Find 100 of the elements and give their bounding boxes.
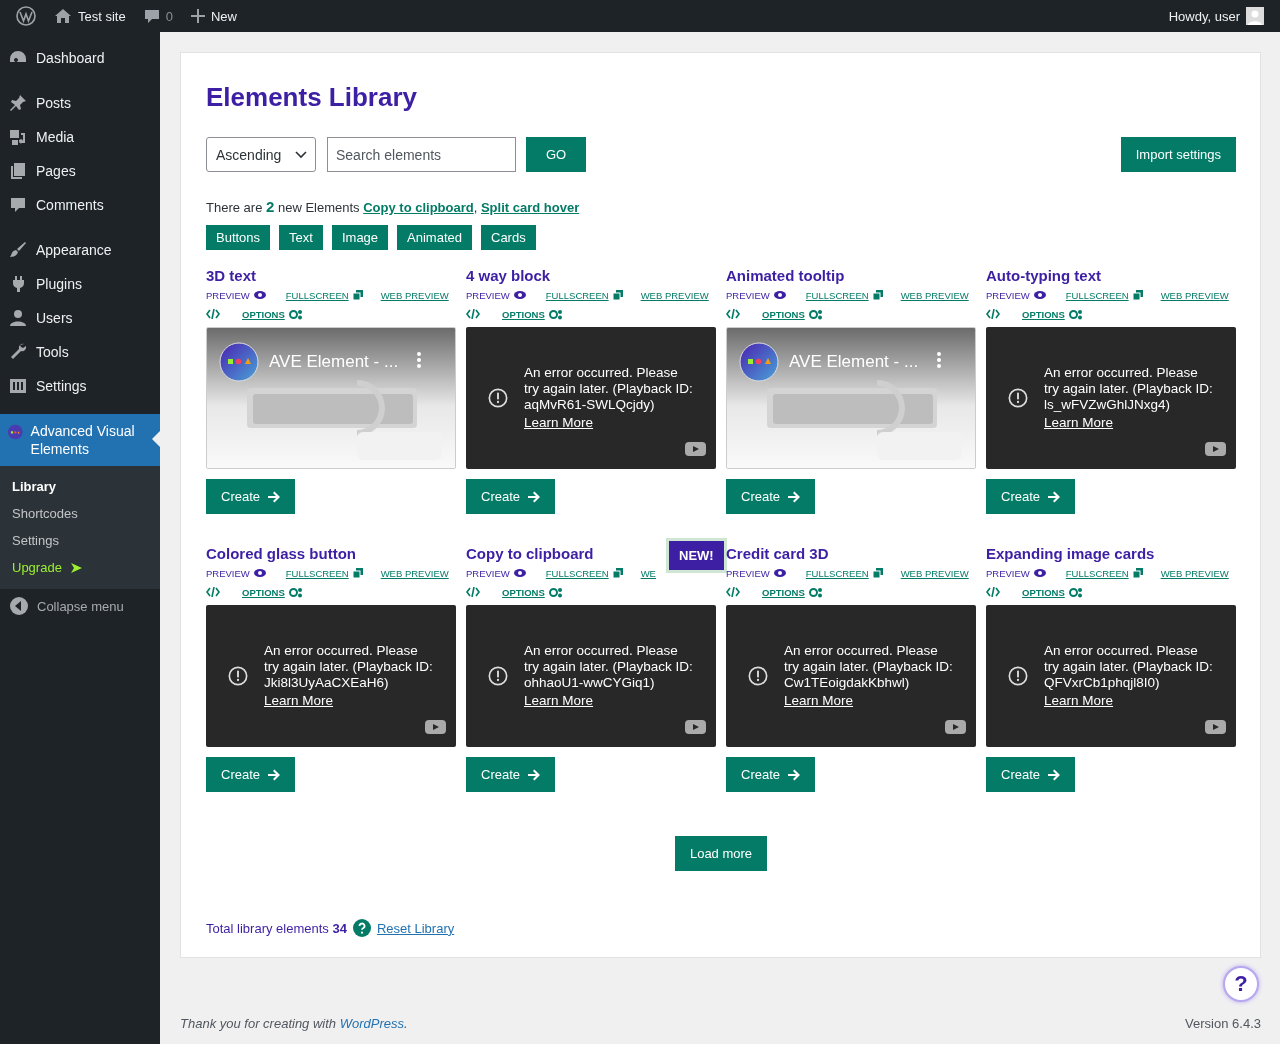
- filter-button[interactable]: Cards: [481, 225, 536, 250]
- options-link[interactable]: OPTIONS: [502, 586, 563, 598]
- eye-icon: [1033, 569, 1046, 577]
- preview-link[interactable]: PREVIEW: [206, 567, 266, 579]
- fullscreen-link[interactable]: FULLSCREEN: [545, 289, 623, 301]
- fullscreen-link[interactable]: FULLSCREEN: [805, 567, 883, 579]
- filter-button[interactable]: Text: [279, 225, 323, 250]
- web-preview-link[interactable]: WEB PREVIEW: [380, 289, 449, 301]
- gears-icon: [548, 308, 563, 320]
- new-elements-notice: There are 2 new Elements Copy to clipboard, Split card hover: [206, 198, 581, 215]
- create-button[interactable]: Create: [986, 757, 1076, 792]
- preview-link[interactable]: PREVIEW: [986, 289, 1046, 301]
- web-preview-link[interactable]: WEB PREVIEW: [1160, 289, 1229, 301]
- comments-link[interactable]: 0: [134, 0, 182, 32]
- filter-button[interactable]: Animated: [397, 225, 472, 250]
- code-icon[interactable]: [466, 309, 480, 319]
- options-link[interactable]: OPTIONS: [762, 308, 823, 320]
- more-icon[interactable]: [937, 352, 941, 368]
- web-preview-link[interactable]: WEB PREVIEW: [900, 289, 969, 301]
- collapse-menu-button[interactable]: Collapse menu: [0, 589, 160, 623]
- code-icon[interactable]: [726, 587, 740, 597]
- upgrade-link[interactable]: Upgrade: [0, 554, 160, 581]
- preview-link[interactable]: PREVIEW: [986, 567, 1046, 579]
- learn-more-link[interactable]: Learn More: [524, 693, 594, 709]
- wordpress-link[interactable]: WordPress: [339, 1016, 404, 1031]
- options-link[interactable]: OPTIONS: [242, 586, 303, 598]
- site-link[interactable]: Test site: [45, 0, 135, 32]
- load-more-button[interactable]: Load more: [674, 836, 768, 871]
- menu-item[interactable]: Advanced Visual Elements: [0, 414, 160, 466]
- submenu-item[interactable]: Shortcodes: [0, 500, 160, 527]
- code-icon[interactable]: [726, 309, 740, 319]
- collapse-icon: [10, 597, 28, 615]
- preview-link[interactable]: PREVIEW: [206, 289, 266, 301]
- web-preview-link[interactable]: WEB PREVIEW: [1160, 567, 1229, 579]
- menu-item[interactable]: Settings: [0, 369, 160, 403]
- menu-item[interactable]: Comments: [0, 188, 160, 222]
- options-link[interactable]: OPTIONS: [1022, 586, 1083, 598]
- preview-link[interactable]: PREVIEW: [726, 289, 786, 301]
- create-button[interactable]: Create: [726, 479, 816, 514]
- code-icon[interactable]: [986, 587, 1000, 597]
- learn-more-link[interactable]: Learn More: [1044, 415, 1114, 431]
- create-button[interactable]: Create: [206, 479, 296, 514]
- import-settings-button[interactable]: Import settings: [1120, 137, 1236, 172]
- code-icon[interactable]: [206, 309, 220, 319]
- arrow-right-icon: [528, 768, 541, 781]
- preview-link[interactable]: PREVIEW: [466, 567, 526, 579]
- create-button[interactable]: Create: [726, 757, 816, 792]
- reset-library-link[interactable]: Reset Library: [376, 920, 455, 936]
- filter-button[interactable]: Image: [331, 225, 389, 250]
- create-button[interactable]: Create: [466, 479, 556, 514]
- menu-item[interactable]: Dashboard: [0, 41, 160, 75]
- menu-item[interactable]: Plugins: [0, 267, 160, 301]
- fullscreen-link[interactable]: FULLSCREEN: [285, 289, 363, 301]
- new-link[interactable]: New: [181, 0, 246, 32]
- create-button[interactable]: Create: [466, 757, 556, 792]
- help-button[interactable]: ?: [1223, 966, 1259, 1002]
- search-field[interactable]: Search elements: [327, 137, 516, 172]
- element-title: Animated tooltip: [726, 267, 845, 285]
- menu-item[interactable]: Tools: [0, 335, 160, 369]
- element-link[interactable]: Copy to clipboard: [363, 200, 474, 215]
- create-button[interactable]: Create: [986, 479, 1076, 514]
- code-icon[interactable]: [466, 587, 480, 597]
- submenu-item[interactable]: Settings: [0, 527, 160, 554]
- go-button[interactable]: GO: [526, 137, 586, 172]
- sort-select[interactable]: Ascending: [206, 137, 316, 172]
- learn-more-link[interactable]: Learn More: [264, 693, 334, 709]
- options-link[interactable]: OPTIONS: [1022, 308, 1083, 320]
- chevron-down-icon: [295, 150, 307, 159]
- wordpress-logo-icon[interactable]: [16, 6, 36, 26]
- fullscreen-link[interactable]: FULLSCREEN: [285, 567, 363, 579]
- fullscreen-link[interactable]: FULLSCREEN: [805, 289, 883, 301]
- account-menu[interactable]: Howdy, user: [1159, 0, 1273, 32]
- menu-item[interactable]: Appearance: [0, 233, 160, 267]
- learn-more-link[interactable]: Learn More: [784, 693, 854, 709]
- options-link[interactable]: OPTIONS: [762, 586, 823, 598]
- menu-item[interactable]: Users: [0, 301, 160, 335]
- element-link[interactable]: Split card hover: [480, 200, 580, 215]
- code-icon[interactable]: [986, 309, 1000, 319]
- menu-item[interactable]: Pages: [0, 154, 160, 188]
- web-preview-link[interactable]: WEB PREVIEW: [380, 567, 449, 579]
- learn-more-link[interactable]: Learn More: [1044, 693, 1114, 709]
- options-link[interactable]: OPTIONS: [242, 308, 303, 320]
- preview-link[interactable]: PREVIEW: [466, 289, 526, 301]
- menu-item[interactable]: Posts: [0, 86, 160, 120]
- code-icon[interactable]: [206, 587, 220, 597]
- web-preview-link[interactable]: WEB PREVIEW: [640, 289, 709, 301]
- menu-item[interactable]: Media: [0, 120, 160, 154]
- more-icon[interactable]: [417, 352, 421, 368]
- fullscreen-link[interactable]: FULLSCREEN: [1065, 567, 1143, 579]
- options-link[interactable]: OPTIONS: [502, 308, 563, 320]
- fullscreen-link[interactable]: FULLSCREEN: [1065, 289, 1143, 301]
- fullscreen-link[interactable]: FULLSCREEN: [545, 567, 623, 579]
- preview-link[interactable]: PREVIEW: [726, 567, 786, 579]
- filter-button[interactable]: Buttons: [206, 225, 271, 250]
- plus-icon: [190, 9, 205, 23]
- learn-more-link[interactable]: Learn More: [524, 415, 594, 431]
- submenu-item[interactable]: Library: [0, 473, 160, 500]
- web-preview-link[interactable]: WE: [640, 567, 656, 579]
- web-preview-link[interactable]: WEB PREVIEW: [900, 567, 969, 579]
- create-button[interactable]: Create: [206, 757, 296, 792]
